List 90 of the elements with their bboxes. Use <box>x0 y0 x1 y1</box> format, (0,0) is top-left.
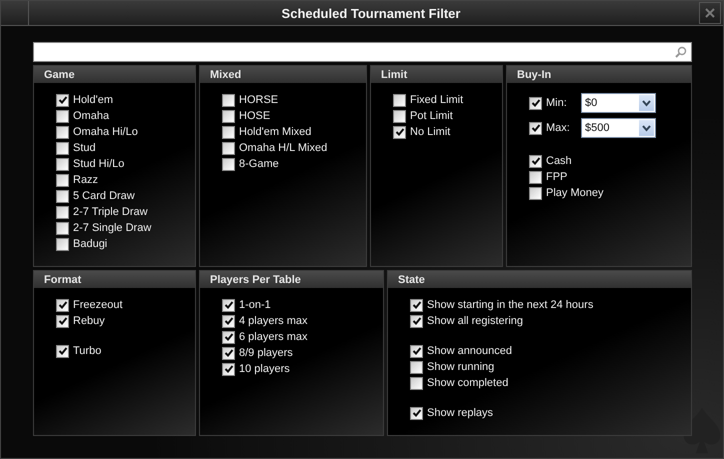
search-icon <box>675 46 687 58</box>
checkbox-item[interactable]: 2-7 Single Draw <box>56 220 152 236</box>
checkbox-item[interactable]: Omaha <box>56 108 110 124</box>
checkbox-item[interactable]: 8/9 players <box>222 345 293 361</box>
checkbox-item[interactable]: HORSE <box>222 92 278 108</box>
checkbox[interactable] <box>56 142 69 154</box>
checkbox[interactable] <box>410 344 423 358</box>
checkbox-item[interactable]: Stud Hi/Lo <box>56 156 124 172</box>
checkbox-item[interactable]: No Limit <box>393 124 450 140</box>
panel-title: Limit <box>381 68 408 80</box>
checkbox[interactable] <box>529 122 542 134</box>
checkbox[interactable] <box>56 110 69 122</box>
checkbox[interactable] <box>56 158 69 170</box>
checkbox[interactable] <box>56 298 69 312</box>
checkbox[interactable] <box>410 314 423 328</box>
checkbox[interactable] <box>529 186 542 200</box>
checkbox-item[interactable]: Min: <box>529 95 576 111</box>
panel-title: Players Per Table <box>210 274 301 286</box>
search-field[interactable] <box>33 42 692 62</box>
checkbox-item[interactable]: Show replays <box>410 405 494 421</box>
checkbox-item[interactable]: Rebuy <box>56 313 105 329</box>
window-title: Scheduled Tournament Filter <box>280 6 462 20</box>
checkbox[interactable] <box>56 174 69 186</box>
checkbox-item[interactable]: Pot Limit <box>393 108 453 124</box>
checkbox[interactable] <box>222 126 235 138</box>
checkbox[interactable] <box>222 158 235 170</box>
panel-title: Buy-In <box>517 68 552 80</box>
checkbox[interactable] <box>56 190 69 202</box>
checkbox[interactable] <box>410 406 423 420</box>
checkbox-item[interactable]: Show running <box>410 359 494 375</box>
amount-dropdown[interactable]: $500 <box>581 118 656 138</box>
checkbox[interactable] <box>529 154 542 168</box>
checkbox[interactable] <box>56 94 69 106</box>
checkbox[interactable] <box>222 362 235 376</box>
checkbox-item[interactable]: Show completed <box>410 375 508 391</box>
panel-title: Mixed <box>210 68 242 80</box>
checkbox-item[interactable]: 5 Card Draw <box>56 188 135 204</box>
checkbox[interactable] <box>222 346 235 360</box>
checkbox[interactable] <box>56 126 69 138</box>
panel-title: Game <box>44 68 75 80</box>
checkbox-item[interactable]: 4 players max <box>222 313 308 329</box>
checkbox-item[interactable]: Stud <box>56 140 96 156</box>
checkbox[interactable] <box>222 142 235 154</box>
checkbox-item[interactable]: 8-Game <box>222 156 279 172</box>
checkbox[interactable] <box>410 298 423 312</box>
checkbox-item[interactable]: FPP <box>529 169 568 185</box>
checkbox-item[interactable]: Fixed Limit <box>393 92 464 108</box>
checkbox-item[interactable]: Turbo <box>56 343 102 359</box>
checkbox[interactable] <box>222 314 235 328</box>
checkbox-item[interactable]: Show all registering <box>410 313 523 329</box>
checkbox[interactable] <box>222 94 235 106</box>
checkbox-item[interactable]: 6 players max <box>222 329 308 345</box>
checkbox-item[interactable]: HOSE <box>222 108 270 124</box>
checkbox-item[interactable]: Show starting in the next 24 hours <box>410 297 594 313</box>
checkbox[interactable] <box>56 206 69 218</box>
checkbox-item[interactable]: Omaha H/L Mixed <box>222 140 328 156</box>
chevron-down-icon <box>642 124 651 132</box>
checkbox[interactable] <box>222 298 235 312</box>
checkbox-item[interactable]: Razz <box>56 172 98 188</box>
checkbox[interactable] <box>410 376 423 390</box>
checkbox[interactable] <box>56 238 69 250</box>
panel-title: State <box>398 274 425 286</box>
chevron-down-icon <box>642 100 651 106</box>
checkbox-item[interactable]: Show announced <box>410 343 512 359</box>
checkbox-item[interactable]: Play Money <box>529 185 604 201</box>
close-button[interactable] <box>699 2 721 24</box>
checkbox-item[interactable]: 2-7 Triple Draw <box>56 204 148 220</box>
checkbox[interactable] <box>56 222 69 234</box>
checkbox-item[interactable]: Freezeout <box>56 297 123 313</box>
checkbox-item[interactable]: Hold'em Mixed <box>222 124 312 140</box>
close-icon <box>705 8 715 18</box>
checkbox[interactable] <box>393 94 406 106</box>
checkbox-item[interactable]: Max: <box>529 120 576 136</box>
checkbox[interactable] <box>529 170 542 184</box>
checkbox[interactable] <box>56 344 69 358</box>
panel-title: Format <box>44 274 82 286</box>
checkbox-item[interactable]: Badugi <box>56 236 108 252</box>
checkbox-item[interactable]: Omaha Hi/Lo <box>56 124 138 140</box>
checkbox[interactable] <box>529 96 542 110</box>
checkbox[interactable] <box>222 110 235 122</box>
checkbox[interactable] <box>410 360 423 374</box>
checkbox-item[interactable]: 10 players <box>222 361 290 377</box>
checkbox-item[interactable]: Hold'em <box>56 92 114 108</box>
checkbox[interactable] <box>222 330 235 344</box>
checkbox-item[interactable]: Cash <box>529 153 572 169</box>
checkbox[interactable] <box>393 126 406 138</box>
checkbox[interactable] <box>56 314 69 328</box>
checkbox-item[interactable]: 1-on-1 <box>222 297 271 313</box>
checkbox[interactable] <box>393 110 406 122</box>
amount-dropdown[interactable]: $0 <box>581 93 656 113</box>
